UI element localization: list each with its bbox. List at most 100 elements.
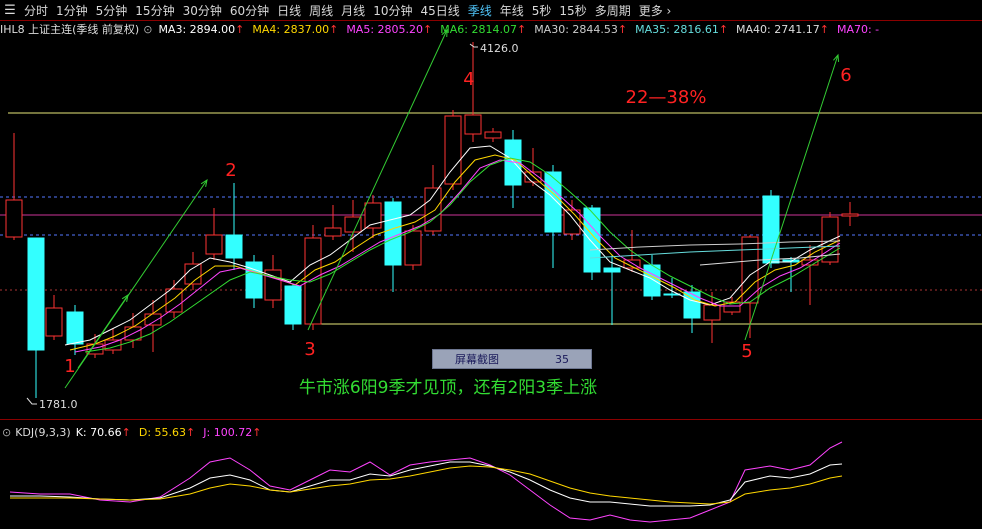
kdj-items: K: 70.66↑ D: 55.63↑ J: 100.72↑ — [76, 426, 270, 439]
candle-body-3 — [66, 311, 84, 345]
candle-body-35 — [703, 304, 721, 321]
tab-2[interactable]: 5分钟 — [92, 4, 132, 18]
ma5-line — [74, 159, 841, 353]
tab-4[interactable]: 30分钟 — [179, 4, 226, 18]
candle-body-20 — [404, 230, 422, 266]
legend-value: MA40: 2741.17 — [736, 22, 820, 36]
legend-value: MA35: 2816.61 — [635, 22, 719, 36]
settings-icon[interactable]: ⊙ — [2, 426, 11, 439]
legend-value: MA6: 2814.07 — [440, 22, 517, 36]
candle-body-24 — [484, 131, 502, 139]
up-arrow-icon: ↑ — [329, 22, 339, 36]
candle-body-19 — [384, 201, 402, 266]
period-tabs: 分时 1分钟 5分钟 15分钟 30分钟 60分钟 日线 周线 月线 10分钟 45日线 季线 年线 5秒… — [20, 2, 635, 19]
ma-items: MA3: 2894.00↑ MA4: 2837.00↑ MA5: 2805.20↑ M… — [158, 23, 887, 36]
tooltip-label: 屏幕截图 — [455, 353, 499, 366]
candle-body-17 — [344, 216, 362, 233]
low-price-label: 1781.0 — [39, 398, 78, 411]
candle-body-16 — [324, 227, 342, 237]
legend-item-1: MA4: 2837.00↑ — [252, 23, 338, 36]
tab-14[interactable]: 15秒 — [555, 4, 590, 18]
up-arrow-icon: ↑ — [617, 22, 628, 36]
tab-1[interactable]: 1分钟 — [52, 4, 92, 18]
legend-value: D: 55.63 — [138, 425, 187, 439]
tab-6[interactable]: 日线 — [273, 4, 305, 18]
tab-5[interactable]: 60分钟 — [226, 4, 273, 18]
candle-body-7 — [144, 313, 162, 326]
tab-7[interactable]: 周线 — [305, 4, 337, 18]
wave-label-4: 4 — [463, 69, 474, 90]
legend-item-1: D: 55.63↑ — [139, 426, 195, 439]
candle-body-32 — [643, 264, 661, 297]
tab-10[interactable]: 45日线 — [416, 4, 463, 18]
candle-body-0 — [5, 199, 23, 238]
wave-label-5: 5 — [741, 341, 752, 362]
ma-legend: IHL8 上证主连(季线 前复权) ⊙ MA3: 2894.00↑ MA4: 28… — [0, 21, 982, 37]
candle-body-42 — [841, 213, 859, 217]
candle-body-28 — [563, 209, 581, 235]
kdj-d-line — [10, 465, 843, 505]
tab-11[interactable]: 季线 — [464, 4, 496, 18]
range-percent-text: 22—38% — [626, 87, 707, 108]
low-marker-icon — [26, 397, 37, 405]
candle-body-38 — [762, 195, 780, 264]
instrument-title: IHL8 上证主连(季线 前复权) — [0, 23, 140, 36]
kdj-title: KDJ(9,3,3) — [15, 425, 71, 439]
candle-body-22 — [444, 115, 462, 185]
high-price-label: 4126.0 — [480, 42, 519, 55]
tab-9[interactable]: 10分钟 — [369, 4, 416, 18]
candle-body-11 — [225, 234, 243, 259]
legend-value: J: 100.72 — [203, 425, 253, 439]
legend-item-0: K: 70.66↑ — [76, 426, 131, 439]
candle-body-30 — [603, 267, 621, 273]
tab-12[interactable]: 年线 — [496, 4, 528, 18]
candle-body-10 — [205, 234, 223, 255]
tab-0[interactable]: 分时 — [20, 4, 52, 18]
legend-item-7: MA70: - — [837, 23, 879, 36]
tab-15[interactable]: 多周期 — [591, 4, 635, 18]
legend-item-6: MA40: 2741.17↑ — [736, 23, 829, 36]
up-arrow-icon: ↑ — [516, 22, 527, 36]
tab-13[interactable]: 5秒 — [528, 4, 556, 18]
legend-value: MA30: 2844.53 — [534, 22, 618, 36]
candle-body-21 — [424, 187, 442, 232]
legend-item-2: MA5: 2805.20↑ — [346, 23, 432, 36]
candle-body-9 — [184, 263, 202, 285]
up-arrow-icon: ↑ — [252, 425, 262, 439]
legend-value: K: 70.66 — [75, 425, 122, 439]
wave-label-6: 6 — [840, 65, 851, 86]
up-arrow-icon: ↑ — [819, 22, 829, 36]
price-chart[interactable]: 1 2 3 4 5 6 4126.0 1781.0 22—38% 牛市涨6阳9季才见顶，还有2阳3… — [0, 0, 982, 529]
settings-icon[interactable]: ⊙ — [143, 23, 152, 36]
legend-value: MA5: 2805.20 — [346, 22, 424, 36]
period-toolbar: ☰ 分时 1分钟 5分钟 15分钟 30分钟 60分钟 日线 周线 月线 10分钟 45日线 季线 年线… — [0, 0, 982, 20]
up-arrow-icon: ↑ — [423, 22, 433, 36]
up-arrow-icon: ↑ — [718, 22, 729, 36]
wave-label-1: 1 — [64, 356, 75, 377]
candle-body-1 — [27, 237, 45, 351]
wave-label-2: 2 — [225, 160, 236, 181]
candle-body-23 — [464, 114, 482, 135]
menu-icon[interactable]: ☰ — [0, 3, 20, 18]
tab-8[interactable]: 月线 — [337, 4, 369, 18]
wave-label-3: 3 — [304, 339, 315, 360]
high-marker-icon — [469, 43, 478, 48]
candle-body-27 — [544, 171, 562, 233]
candle-body-2 — [45, 307, 63, 337]
wave-line-2 — [307, 29, 448, 331]
legend-value: MA70: - — [836, 22, 880, 36]
legend-value: MA4: 2837.00 — [252, 22, 330, 36]
tooltip-value: 35 — [555, 352, 569, 366]
ma6-line — [84, 157, 841, 353]
tab-3[interactable]: 15分钟 — [131, 4, 178, 18]
kdj-j-line — [9, 441, 843, 523]
legend-value: MA3: 2894.00 — [158, 22, 236, 36]
legend-item-2: J: 100.72↑ — [203, 426, 261, 439]
up-arrow-icon: ↑ — [121, 425, 131, 439]
candle-body-14 — [284, 285, 302, 325]
legend-item-0: MA3: 2894.00↑ — [158, 23, 244, 36]
wave-line-1 — [77, 294, 129, 369]
up-arrow-icon: ↑ — [186, 425, 196, 439]
kdj-legend: ⊙ KDJ(9,3,3) K: 70.66↑ D: 55.63↑ J: 100.72… — [0, 424, 269, 440]
more-button[interactable]: 更多 › — [635, 2, 676, 19]
